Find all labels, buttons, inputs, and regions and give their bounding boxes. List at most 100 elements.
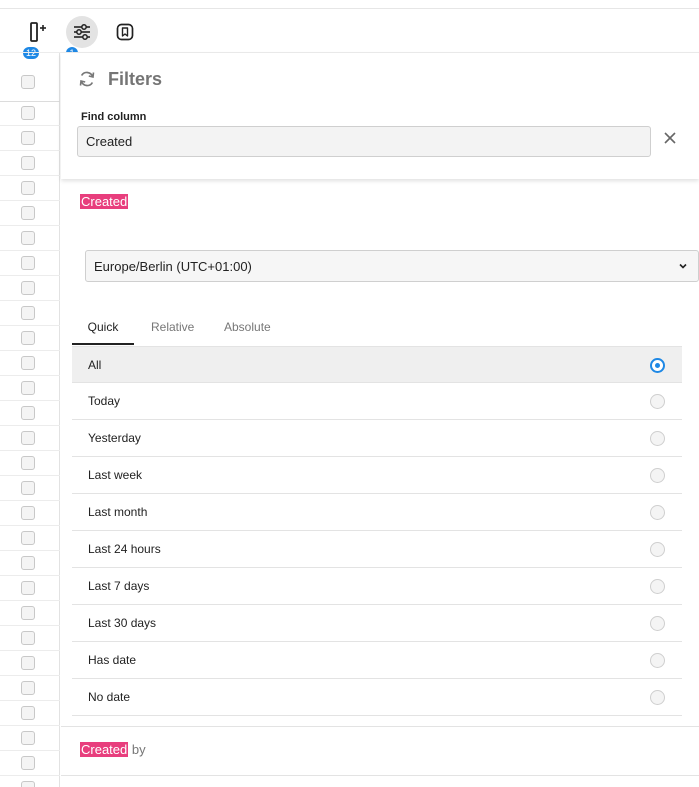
row-checkbox[interactable] — [21, 106, 35, 120]
radio[interactable] — [650, 653, 665, 668]
option-label: Last 30 days — [88, 616, 157, 630]
row-checkbox[interactable] — [21, 531, 35, 545]
row-divider — [0, 250, 60, 251]
field-name-rest: by — [128, 742, 146, 757]
row-checkbox[interactable] — [21, 731, 35, 745]
option-last-7-days[interactable]: Last 7 days — [72, 568, 682, 605]
row-divider — [0, 275, 60, 276]
row-divider — [0, 775, 60, 776]
row-divider — [0, 725, 60, 726]
row-divider — [0, 300, 60, 301]
row-divider — [0, 575, 60, 576]
radio[interactable] — [650, 616, 665, 631]
row-checkbox[interactable] — [21, 681, 35, 695]
row-checkbox[interactable] — [21, 556, 35, 570]
tab-quick[interactable]: Quick — [72, 311, 134, 345]
timezone-select[interactable]: Europe/Berlin (UTC+01:00) — [85, 250, 699, 282]
filters-button[interactable] — [66, 16, 98, 48]
row-divider — [0, 525, 60, 526]
filters-panel: Filters Find column Created Europe/Berli… — [61, 53, 699, 787]
option-last-month[interactable]: Last month — [72, 494, 682, 531]
row-divider — [0, 375, 60, 376]
row-checkbox[interactable] — [21, 706, 35, 720]
row-divider — [0, 450, 60, 451]
field-name-created: Created — [80, 194, 129, 209]
row-divider — [0, 425, 60, 426]
row-checkbox[interactable] — [21, 306, 35, 320]
option-label: Today — [88, 394, 121, 408]
section-divider — [61, 775, 699, 776]
add-column-icon — [30, 22, 46, 42]
option-label: All — [88, 357, 102, 372]
close-icon[interactable] — [661, 129, 679, 147]
radio-selected[interactable] — [650, 358, 665, 373]
option-today[interactable]: Today — [72, 383, 682, 420]
row-divider — [0, 175, 60, 176]
row-divider — [0, 650, 60, 651]
filters-header: Filters Find column — [61, 53, 699, 179]
search-highlight: Created — [80, 194, 129, 209]
row-checkbox[interactable] — [21, 356, 35, 370]
field-name-created-by[interactable]: Created by — [80, 742, 146, 757]
row-divider — [0, 350, 60, 351]
row-divider — [0, 475, 60, 476]
chevron-down-icon — [679, 263, 687, 269]
radio[interactable] — [650, 468, 665, 483]
row-checkbox[interactable] — [21, 331, 35, 345]
row-checkbox[interactable] — [21, 456, 35, 470]
select-all-checkbox[interactable] — [21, 75, 35, 89]
row-checkbox[interactable] — [21, 506, 35, 520]
row-checkbox[interactable] — [21, 256, 35, 270]
row-divider — [0, 550, 60, 551]
row-divider — [0, 325, 60, 326]
saved-views-button[interactable] — [109, 16, 141, 48]
radio[interactable] — [650, 579, 665, 594]
option-no-date[interactable]: No date — [72, 679, 682, 716]
panel-title: Filters — [108, 69, 163, 89]
option-last-30-days[interactable]: Last 30 days — [72, 605, 682, 642]
refresh-icon[interactable] — [77, 69, 97, 89]
radio[interactable] — [650, 394, 665, 409]
option-all[interactable]: All — [72, 346, 682, 383]
row-checkbox[interactable] — [21, 281, 35, 295]
radio[interactable] — [650, 542, 665, 557]
option-last-24-hours[interactable]: Last 24 hours — [72, 531, 682, 568]
bookmark-icon — [116, 23, 134, 41]
option-label: No date — [88, 690, 131, 704]
row-checkbox[interactable] — [21, 631, 35, 645]
row-checkbox[interactable] — [21, 606, 35, 620]
row-checkbox[interactable] — [21, 156, 35, 170]
row-checkbox[interactable] — [21, 756, 35, 770]
row-select-column — [0, 53, 60, 787]
option-last-week[interactable]: Last week — [72, 457, 682, 494]
tab-relative[interactable]: Relative — [135, 311, 210, 345]
option-has-date[interactable]: Has date — [72, 642, 682, 679]
option-label: Last month — [88, 505, 148, 519]
option-yesterday[interactable]: Yesterday — [72, 420, 682, 457]
option-label: Has date — [88, 653, 137, 667]
row-checkbox[interactable] — [21, 181, 35, 195]
radio[interactable] — [650, 505, 665, 520]
row-checkbox[interactable] — [21, 381, 35, 395]
row-checkbox[interactable] — [21, 781, 35, 787]
row-divider — [0, 200, 60, 201]
search-highlight: Created — [80, 742, 129, 757]
row-checkbox[interactable] — [21, 131, 35, 145]
find-column-input[interactable] — [77, 126, 651, 157]
row-divider — [0, 675, 60, 676]
radio[interactable] — [650, 431, 665, 446]
add-column-button[interactable] — [21, 16, 53, 48]
row-checkbox[interactable] — [21, 206, 35, 220]
row-divider — [0, 600, 60, 601]
row-checkbox[interactable] — [21, 431, 35, 445]
row-divider — [0, 125, 60, 126]
row-checkbox[interactable] — [21, 406, 35, 420]
section-divider — [61, 726, 699, 727]
row-checkbox[interactable] — [21, 656, 35, 670]
tab-absolute[interactable]: Absolute — [208, 311, 287, 345]
row-checkbox[interactable] — [21, 581, 35, 595]
row-checkbox[interactable] — [21, 481, 35, 495]
row-checkbox[interactable] — [21, 231, 35, 245]
date-filter-tabs: Quick Relative Absolute — [72, 311, 682, 345]
radio[interactable] — [650, 690, 665, 705]
